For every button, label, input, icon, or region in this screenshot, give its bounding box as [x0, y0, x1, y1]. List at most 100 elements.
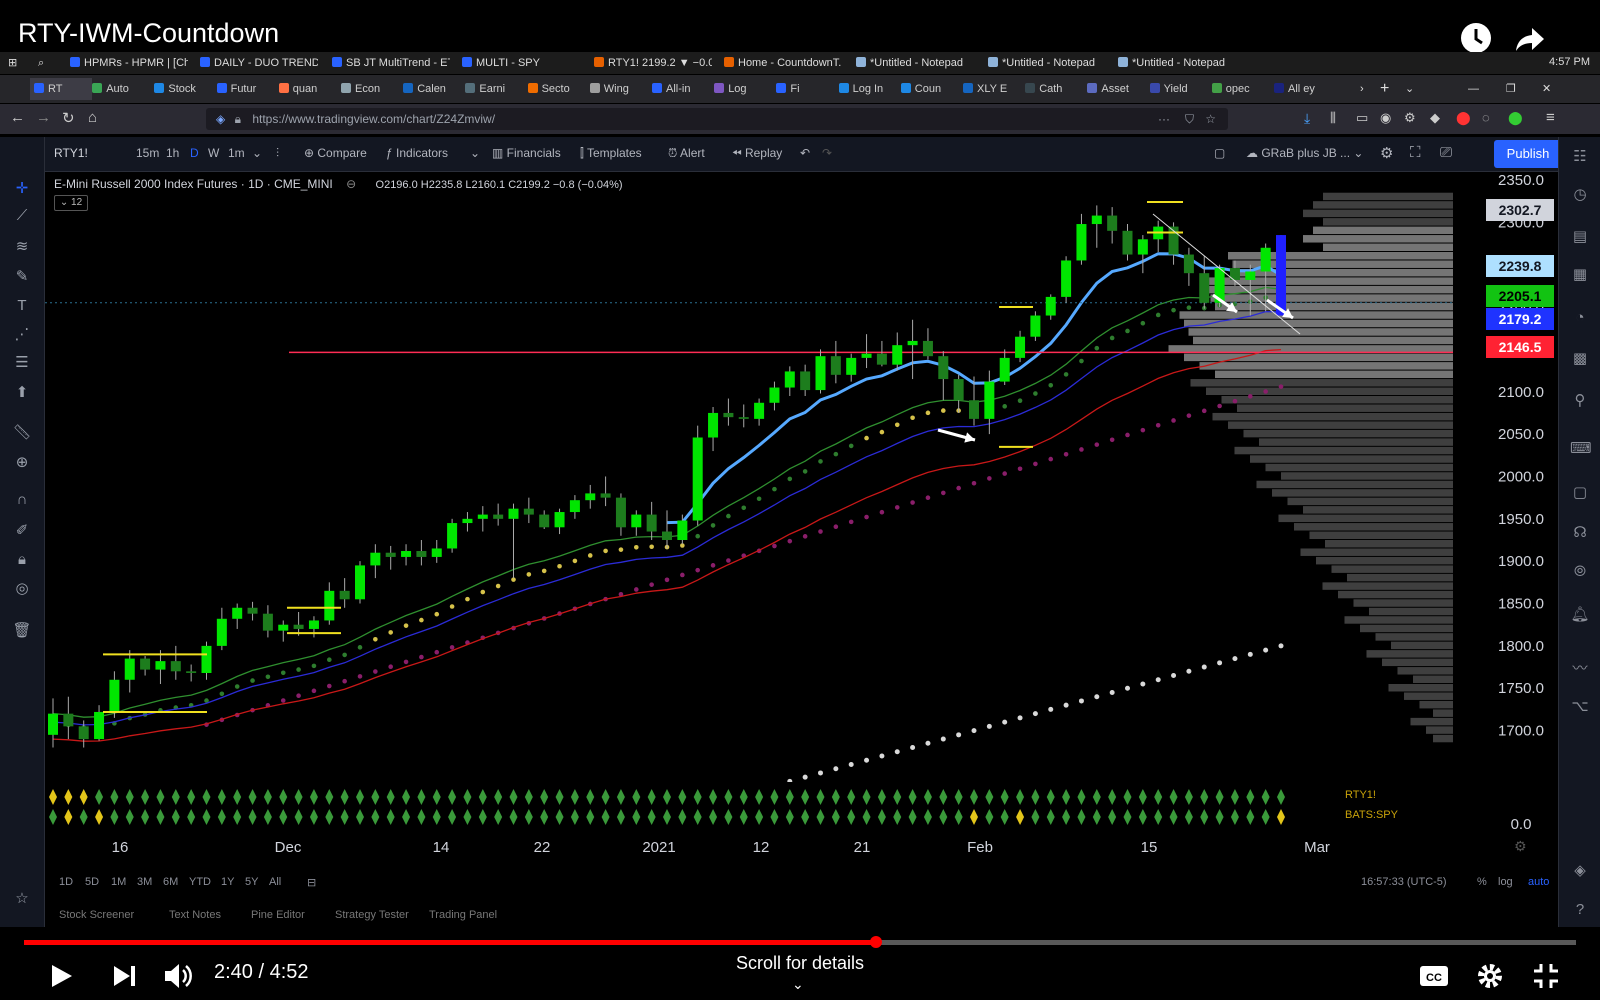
publish-button[interactable]: Publish — [1494, 140, 1562, 168]
download-icon[interactable]: ⤓ — [1304, 110, 1310, 127]
range-5y[interactable]: 5Y — [245, 876, 258, 888]
zoom-in-icon[interactable]: ⊕ — [12, 453, 32, 473]
interval-15m[interactable]: 15m — [136, 146, 159, 160]
sidebar-icon[interactable]: ▭ — [1356, 110, 1368, 126]
taskbar-item[interactable]: MULTI - SPY — [462, 55, 580, 71]
taskbar-item[interactable]: *Untitled - Notepad — [856, 55, 974, 71]
brush-icon[interactable]: ✎ — [12, 267, 32, 287]
settings-gear-icon[interactable] — [1472, 958, 1508, 994]
calendar-icon[interactable]: ▦ — [1570, 265, 1590, 285]
browser-tab[interactable]: Asset — [1087, 78, 1145, 100]
replay-button[interactable]: ⏪︎ Replay — [732, 146, 782, 161]
adblock-icon[interactable]: ⬤ — [1456, 110, 1471, 126]
browser-tab[interactable]: Fi — [776, 78, 834, 100]
depth-icon[interactable]: ⌥ — [1570, 697, 1590, 717]
alerts-clock-icon[interactable]: ◷ — [1570, 185, 1590, 205]
browser-tab[interactable]: Calen — [403, 78, 461, 100]
browser-tab[interactable]: Log In — [838, 78, 897, 100]
captions-icon[interactable]: CC — [1416, 958, 1452, 994]
layout-select-icon[interactable]: ▢ — [1214, 146, 1225, 160]
range-1y[interactable]: 1Y — [221, 876, 234, 888]
fullscreen-icon[interactable]: ⛶ — [1410, 144, 1421, 161]
undo-icon[interactable]: ↶ — [800, 146, 810, 160]
symbol-search[interactable]: RTY1! — [54, 146, 88, 160]
taskbar-item[interactable]: SB JT MultiTrend - ETF... — [332, 55, 450, 71]
browser-tab[interactable]: quan — [278, 78, 337, 100]
log-toggle[interactable]: log — [1498, 876, 1513, 888]
chat-icon[interactable]: ⌨ — [1570, 439, 1592, 459]
browser-tab[interactable]: Wing — [589, 78, 648, 100]
chevron-down-icon[interactable]: ⌄ — [792, 976, 804, 993]
interval-1d[interactable]: D — [190, 146, 199, 160]
pattern-icon[interactable]: ⋰ — [12, 325, 32, 345]
ideas-bulb-icon[interactable]: ⚲ — [1570, 391, 1590, 411]
browser-tab[interactable]: Coun — [900, 78, 959, 100]
close-window-icon[interactable]: ✕ — [1542, 78, 1556, 100]
trash-icon[interactable]: 🗑︎ — [12, 621, 32, 641]
calculator-icon[interactable]: ▩ — [1570, 349, 1590, 369]
interval-1h[interactable]: 1h — [166, 146, 179, 160]
price-chart[interactable]: RTY1!BATS:SPY 2350.02300.02250.02200.021… — [45, 172, 1557, 834]
browser-tab[interactable]: Log — [714, 78, 772, 100]
browser-tab[interactable]: XLY E — [963, 78, 1021, 100]
magnet-icon[interactable]: ∩ — [12, 491, 32, 511]
text-tool-icon[interactable]: T — [12, 297, 32, 317]
tab-text-notes[interactable]: Text Notes — [169, 909, 221, 921]
browser-tab[interactable]: RT — [30, 78, 92, 100]
range-ytd[interactable]: YTD — [189, 876, 211, 888]
axis-settings-icon[interactable]: ⚙ — [1514, 838, 1527, 855]
page-actions-icon[interactable]: ··· — [1158, 108, 1170, 130]
browser-tab[interactable]: Yield — [1149, 78, 1208, 100]
taskbar-item[interactable]: HPMRs - HPMR | [Ch... — [70, 55, 188, 71]
indicator-count-badge[interactable]: ⌄ 12 — [54, 195, 88, 211]
eye-icon[interactable]: ◎ — [12, 579, 32, 599]
minus-icon[interactable]: ⊖ — [346, 177, 356, 191]
watchlist-icon[interactable]: ☷ — [1570, 147, 1590, 167]
forward-icon[interactable]: → — [36, 109, 51, 126]
hotlist-icon[interactable]: ◔ — [1570, 309, 1590, 329]
settings-gear-icon[interactable]: ⚙ — [1380, 144, 1393, 162]
arrow-up-icon[interactable]: ⬆ — [12, 383, 32, 403]
pocket-icon[interactable]: ⛉ — [1185, 108, 1194, 130]
crosshair-icon[interactable]: ✛ — [12, 179, 32, 199]
windows-start-icon[interactable]: ⊞ — [8, 55, 22, 71]
account-icon[interactable]: ◉ — [1380, 110, 1391, 126]
help-icon[interactable]: ? — [1570, 901, 1590, 921]
video-scrubber-handle[interactable] — [869, 936, 882, 948]
reload-icon[interactable]: ↻ — [62, 109, 75, 127]
taskbar-item[interactable]: *Untitled - Notepad — [988, 55, 1106, 71]
data-window-icon[interactable]: ▤ — [1570, 227, 1590, 247]
browser-tab[interactable]: Auto — [92, 78, 150, 100]
star-icon[interactable]: ☆ — [12, 889, 32, 909]
search-icon[interactable]: ⌕ — [38, 55, 52, 71]
browser-tab[interactable]: Futur — [216, 78, 275, 100]
tab-trading-panel[interactable]: Trading Panel — [429, 909, 497, 921]
financials-button[interactable]: ▥ Financials — [492, 146, 561, 160]
chevron-down-icon[interactable]: ⌄ — [252, 146, 262, 160]
menu-icon[interactable]: ≡ — [1546, 109, 1555, 126]
browser-tab[interactable]: Cath — [1025, 78, 1083, 100]
layers-icon[interactable]: ◈ — [1570, 861, 1590, 881]
interval-1m[interactable]: 1m — [228, 146, 245, 160]
prediction-icon[interactable]: ☰ — [12, 353, 32, 373]
compare-button[interactable]: ⊕ Compare — [304, 146, 367, 160]
range-all[interactable]: All — [269, 876, 281, 888]
goto-date-icon[interactable]: ⊟ — [307, 876, 316, 889]
time-axis[interactable]: 16 Dec 14 22 2021 12 21 Feb 15 Mar — [45, 835, 1457, 863]
new-tab-icon[interactable]: + — [1380, 78, 1394, 100]
taskbar-item[interactable]: RTY1! 2199.2 ▼ −0.04... — [594, 55, 712, 71]
headset-icon[interactable]: ☊ — [1570, 523, 1590, 543]
auto-toggle[interactable]: auto — [1528, 876, 1549, 888]
messages-icon[interactable]: ▢ — [1570, 483, 1590, 503]
browser-tab[interactable]: Earni — [465, 78, 523, 100]
interval-1w[interactable]: W — [208, 146, 219, 160]
chart-type-icon[interactable]: ⫶ — [276, 146, 279, 161]
percent-toggle[interactable]: % — [1477, 876, 1487, 888]
notifications-bell-icon[interactable]: 🔔︎ — [1570, 605, 1590, 625]
scroll-for-details[interactable]: Scroll for details — [0, 953, 1600, 974]
lock-icon[interactable]: 🔒︎ — [12, 551, 32, 571]
layout-name[interactable]: ☁ GRaB plus JB ... ⌄ — [1246, 146, 1363, 160]
clock-time[interactable]: 16:57:33 (UTC-5) — [1361, 876, 1447, 888]
alert-button[interactable]: ⏰︎ Alert — [668, 146, 705, 161]
trend-line-icon[interactable]: ⟋ — [12, 207, 32, 227]
